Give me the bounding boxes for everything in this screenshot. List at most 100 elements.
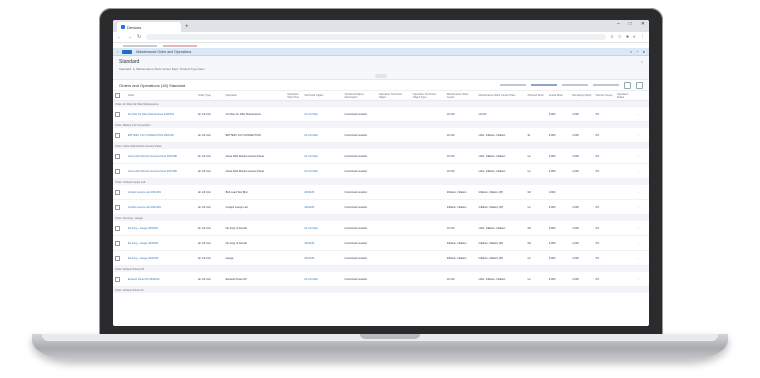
column-header[interactable]: Maintenance Work Center Plant: [476, 91, 526, 101]
technical-object-link[interactable]: Air Lift Filter: [302, 149, 343, 164]
order-link-text[interactable]: Cockpit Lamps Left 4002183: [128, 191, 161, 194]
extension-icon[interactable]: ●: [626, 34, 629, 40]
column-header[interactable]: Remaining Work: [570, 91, 594, 101]
maximize-button[interactable]: □: [629, 21, 632, 27]
row-checkbox[interactable]: [115, 204, 120, 210]
table-row[interactable]: BATTERY 12V CONNECTION 4002153 Air Lift U…: [113, 128, 649, 143]
action-link[interactable]: [593, 84, 619, 86]
order-link-text[interactable]: BATTERY 12V CONNECTION 4002153: [128, 134, 174, 137]
column-header[interactable]: Maintenance Work Center: [444, 91, 477, 101]
row-checkbox[interactable]: [115, 276, 120, 282]
order-link-text[interactable]: De-Icing - Gauge 4002181: [128, 227, 159, 230]
column-header[interactable]: Actual Work: [546, 91, 571, 101]
row-navigation-icon[interactable]: ›: [636, 199, 649, 215]
group-header-row[interactable]: Order: Exhaust Panel On: [113, 286, 649, 293]
row-checkbox[interactable]: [115, 132, 120, 138]
notifications-icon[interactable]: ◔: [636, 49, 638, 54]
technical-object-link-text[interactable]: Air Lift Filter: [304, 170, 318, 173]
technical-object-link-text[interactable]: Air Lift Filter: [304, 278, 318, 281]
page-title[interactable]: Standard: [119, 59, 643, 65]
row-checkbox[interactable]: [115, 111, 120, 117]
technical-object-link-text[interactable]: 4002184: [304, 206, 314, 209]
table-row[interactable]: Cockpit Lamps Left 4002183 Air Lift Unit B…: [113, 185, 649, 200]
technical-object-link-text[interactable]: 4002182: [304, 242, 314, 245]
forward-icon[interactable]: →: [127, 34, 132, 40]
reload-icon[interactable]: ↻: [137, 34, 141, 40]
technical-object-link-text[interactable]: Air Lift Filter: [304, 134, 318, 137]
column-header[interactable]: Operation: [223, 91, 286, 101]
technical-object-link[interactable]: Air Lift Filter: [302, 221, 343, 236]
column-header[interactable]: Order: [125, 91, 196, 101]
column-header[interactable]: Technical Object: [302, 91, 343, 101]
table-row[interactable]: Close Web Monitor Access Panel 4002189 Ai…: [113, 163, 649, 179]
select-all-checkbox[interactable]: [115, 93, 120, 98]
row-navigation-icon[interactable]: ›: [636, 185, 649, 200]
action-link[interactable]: [500, 84, 526, 86]
column-header[interactable]: Operation Status: [614, 91, 637, 101]
row-navigation-icon[interactable]: ›: [636, 149, 649, 164]
table-row[interactable]: De-Icing - Gauge 4002182 Air Lift Unit De-…: [113, 235, 649, 251]
order-link-text[interactable]: De-Icing - Gauge 4002182: [128, 242, 159, 245]
row-checkbox[interactable]: [115, 189, 120, 195]
technical-object-link[interactable]: Air Lift Filter: [302, 163, 343, 179]
order-link-text[interactable]: De-Icing - Gauge 4002185: [128, 257, 159, 260]
row-checkbox[interactable]: [115, 168, 120, 174]
column-header[interactable]: Operation Technical Object: [376, 91, 411, 101]
row-checkbox[interactable]: [115, 240, 120, 246]
column-header[interactable]: Technical Object Description: [342, 91, 377, 101]
table-title[interactable]: Orders and Operations (18) Standard: [119, 83, 185, 88]
technical-object-link[interactable]: Air Lift Filter: [302, 272, 343, 287]
order-link-text[interactable]: Air Filter Air Filter Maintenance 400215…: [128, 113, 174, 116]
row-navigation-icon[interactable]: ›: [636, 128, 649, 143]
shell-title[interactable]: Maintenance Order and Operations: [136, 50, 191, 54]
search-icon[interactable]: ⌕: [611, 34, 614, 40]
order-link-text[interactable]: Close Web Monitor Access Panel 4002188: [128, 155, 177, 158]
order-link-text[interactable]: Exhaust Panel Off 4002190: [128, 278, 160, 281]
order-link[interactable]: Cockpit Lamps Left 4002183: [125, 185, 196, 200]
row-checkbox[interactable]: [115, 255, 120, 261]
order-link[interactable]: De-Icing - Gauge 4002182: [125, 235, 196, 251]
technical-object-link[interactable]: Air Lift Filter: [302, 128, 343, 143]
row-checkbox[interactable]: [115, 225, 120, 231]
table-row[interactable]: Close Web Monitor Access Panel 4002188 Ai…: [113, 149, 649, 164]
action-link[interactable]: [562, 84, 588, 86]
column-header[interactable]: [113, 91, 126, 101]
technical-object-link[interactable]: 4002184: [302, 199, 343, 215]
row-navigation-icon[interactable]: ›: [636, 250, 649, 266]
technical-object-link[interactable]: 4002182: [302, 235, 343, 251]
technical-object-link[interactable]: 4002185: [302, 250, 343, 266]
search-icon[interactable]: ⌕: [630, 49, 632, 54]
order-link-text[interactable]: Close Web Monitor Access Panel 4002189: [128, 170, 177, 173]
technical-object-link[interactable]: Air Lift Filter: [302, 107, 343, 122]
close-window-button[interactable]: ✕: [641, 21, 645, 27]
table-row[interactable]: De-Icing - Gauge 4002185 Air Lift Unit Gau…: [113, 250, 649, 266]
settings-icon[interactable]: [624, 81, 631, 89]
address-bar[interactable]: [146, 34, 606, 40]
minimize-button[interactable]: –: [617, 21, 620, 27]
export-icon[interactable]: [636, 81, 643, 89]
technical-object-link[interactable]: 4002183: [302, 185, 343, 200]
row-navigation-icon[interactable]: ›: [636, 272, 649, 287]
bookmark-item[interactable]: [163, 44, 197, 47]
table-row[interactable]: Cockpit Lamps Left 4002184 Air Lift Unit C…: [113, 199, 649, 215]
back-icon[interactable]: ‹: [117, 49, 118, 54]
column-header[interactable]: Planned Work: [525, 91, 547, 101]
collapse-header-button[interactable]: [375, 74, 387, 78]
browser-tab[interactable]: Devices: [117, 22, 181, 32]
bookmark-item[interactable]: [123, 44, 157, 47]
column-header[interactable]: Planner Group: [593, 91, 615, 101]
order-link-text[interactable]: Cockpit Lamps Left 4002184: [128, 206, 161, 209]
pin-icon[interactable]: ⌂: [641, 59, 643, 64]
table-row[interactable]: Exhaust Panel Off 4002190 Air Lift Unit Ex…: [113, 272, 649, 287]
technical-object-link-text[interactable]: 4002183: [304, 191, 314, 194]
row-navigation-icon[interactable]: ›: [636, 163, 649, 179]
new-tab-button[interactable]: +: [185, 22, 189, 32]
technical-object-link-text[interactable]: Air Lift Filter: [304, 113, 318, 116]
row-navigation-icon[interactable]: ›: [636, 221, 649, 236]
technical-object-link-text[interactable]: Air Lift Filter: [304, 155, 318, 158]
row-checkbox[interactable]: [115, 153, 120, 159]
column-header[interactable]: Operation Technical Object Type: [410, 91, 445, 101]
star-icon[interactable]: ☆: [617, 34, 621, 40]
order-link[interactable]: Close Web Monitor Access Panel 4002188: [125, 149, 196, 164]
order-link[interactable]: Air Filter Air Filter Maintenance 400215…: [125, 107, 196, 122]
